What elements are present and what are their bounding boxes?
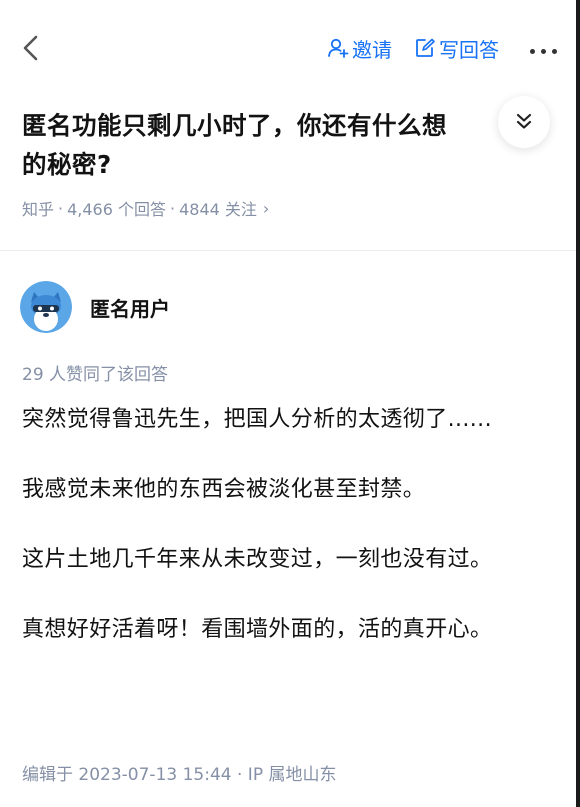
edit-info: 编辑于 2023-07-13 15:44 · IP 属地山东	[22, 765, 337, 785]
question-title-line1: 匿名功能只剩几小时了，你还有什么想	[22, 111, 447, 140]
write-answer-label: 写回答	[439, 37, 499, 62]
anonymous-avatar-icon	[20, 281, 72, 333]
meta-separator: ·	[58, 198, 64, 218]
question-source: 知乎	[22, 200, 55, 219]
invite-label: 邀请	[352, 37, 392, 62]
followers-count: 4844 关注	[179, 200, 257, 219]
top-actions: 邀请 写回答	[327, 33, 560, 63]
write-answer-button[interactable]: 写回答	[414, 34, 499, 63]
chevron-right-icon: ›	[262, 198, 270, 218]
answer-paragraph: 真想好好活着呀！看围墙外面的，活的真开心。	[22, 617, 493, 642]
author-info[interactable]: 匿名用户	[20, 281, 170, 333]
question-title-line2: 的秘密?	[22, 150, 112, 179]
more-button[interactable]	[527, 39, 560, 58]
more-dots-icon	[527, 39, 560, 58]
back-button[interactable]	[14, 30, 50, 66]
vote-count: 29 人赞同了该回答	[22, 365, 169, 385]
edit-icon	[416, 38, 435, 57]
meta-separator: ·	[170, 198, 176, 218]
answer-paragraph: 我感觉未来他的东西会被淡化甚至封禁。	[22, 477, 426, 502]
question-meta[interactable]: 知乎 · 4,466 个回答 · 4844 关注 ›	[22, 196, 522, 220]
invite-button[interactable]: 邀请	[327, 34, 392, 63]
expand-title-button[interactable]	[498, 96, 550, 148]
question-title[interactable]: 匿名功能只剩几小时了，你还有什么想 的秘密?	[22, 106, 522, 184]
chevron-left-icon	[23, 35, 38, 61]
author-name[interactable]: 匿名用户	[90, 293, 170, 322]
answer-paragraph: 突然觉得鲁迅先生，把国人分析的太透彻了......	[22, 407, 492, 432]
avatar[interactable]	[20, 281, 72, 333]
screen-edge	[576, 0, 580, 807]
add-user-icon	[328, 38, 349, 58]
answer-paragraph: 这片土地几千年来从未改变过，一刻也没有过。	[22, 547, 493, 572]
answer-content: 突然觉得鲁迅先生，把国人分析的太透彻了...... 我感觉未来他的东西会被淡化甚…	[22, 400, 557, 680]
double-chevron-down-icon	[516, 113, 532, 129]
section-divider	[0, 250, 580, 251]
answers-count: 4,466 个回答	[67, 200, 167, 219]
question-header: 匿名功能只剩几小时了，你还有什么想 的秘密? 知乎 · 4,466 个回答 · …	[22, 106, 522, 220]
top-bar: 邀请 写回答	[0, 0, 580, 96]
